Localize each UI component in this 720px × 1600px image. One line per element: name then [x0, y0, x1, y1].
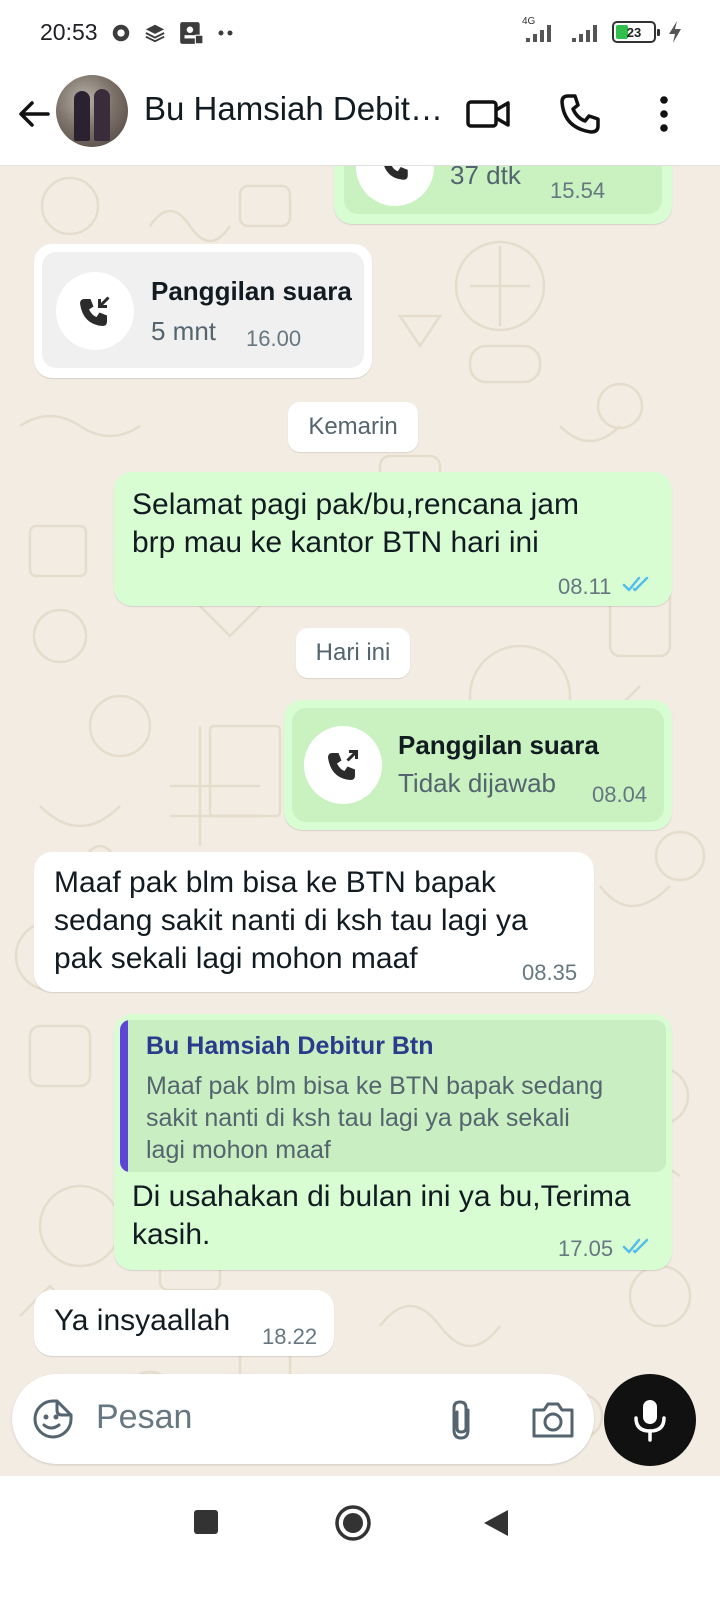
date-separator: Hari ini [296, 628, 410, 678]
quote-author: Bu Hamsiah Debitur Btn [146, 1032, 434, 1060]
message-input-placeholder[interactable]: Pesan [96, 1398, 192, 1437]
message-time: 08.11 [558, 574, 612, 599]
status-bar: 20:53 4G 23 [0, 0, 720, 70]
back-arrow-icon[interactable] [14, 94, 54, 134]
message-time: 17.05 [558, 1236, 614, 1261]
charging-bolt-icon [669, 21, 681, 43]
message-bubble-incoming[interactable]: Ya insyaallah 18.22 [34, 1290, 334, 1356]
more-vert-icon[interactable] [640, 90, 688, 138]
message-bubble-incoming-call[interactable]: Panggilan suara 5 mnt 16.00 [34, 244, 372, 378]
mic-icon [634, 1400, 666, 1442]
quote-text: Maaf pak blm bisa ke BTN bapak sedang sa… [146, 1070, 656, 1166]
battery-icon: 23 [612, 21, 660, 43]
message-text-line: Selamat pagi pak/bu,rencana jam [132, 488, 579, 521]
call-icon-circle [56, 272, 134, 350]
call-duration: 5 mnt [151, 316, 217, 346]
message-text: Ya insyaallah [54, 1304, 231, 1337]
back-nav-icon[interactable] [482, 1508, 510, 1538]
message-time: 15.54 [550, 178, 606, 203]
message-input[interactable]: Pesan [12, 1374, 594, 1464]
camera-icon[interactable] [530, 1400, 576, 1440]
status-time: 20:53 [40, 19, 98, 45]
message-text-line: sedang sakit nanti di ksh tau lagi ya [54, 904, 528, 937]
call-duration: 37 dtk [450, 166, 521, 190]
network-type-label: 4G [522, 16, 536, 27]
outgoing-call-icon [328, 750, 358, 780]
read-receipt-icon [622, 576, 649, 592]
message-bubble-outgoing-reply[interactable]: Bu Hamsiah Debitur Btn Maaf pak blm bisa… [114, 1014, 672, 1270]
video-call-icon[interactable] [464, 90, 512, 138]
contact-name[interactable]: Bu Hamsiah Debit… [144, 90, 444, 128]
chat-bubble-icon [112, 24, 130, 42]
message-time: 08.35 [522, 960, 578, 985]
message-text-line: brp mau ke kantor BTN hari ini [132, 526, 539, 559]
message-bubble-outgoing[interactable]: Selamat pagi pak/bu,rencana jam brp mau … [114, 472, 672, 606]
incoming-call-icon [80, 296, 110, 326]
more-dots-icon [218, 30, 233, 36]
voice-call-icon[interactable] [556, 90, 604, 138]
contact-card-icon [180, 22, 204, 45]
message-bubble-outgoing-call[interactable]: Panggilan suara Tidak dijawab 08.04 [284, 700, 672, 830]
layers-icon [145, 24, 165, 43]
chat-area[interactable]: 37 dtk 15.54 Panggilan suara 5 mnt 16.00… [0, 166, 720, 1506]
message-text-line: kasih. [132, 1218, 211, 1251]
battery-level: 23 [626, 24, 642, 40]
quote-bar [120, 1020, 128, 1172]
avatar[interactable] [56, 75, 128, 147]
recent-apps-icon[interactable] [192, 1508, 220, 1536]
status-notification-icons [110, 20, 236, 46]
quoted-message[interactable]: Bu Hamsiah Debitur Btn Maaf pak blm bisa… [120, 1020, 666, 1172]
home-icon[interactable] [334, 1504, 372, 1542]
call-icon-circle [304, 726, 382, 804]
quote-text-line: Maaf pak blm bisa ke BTN bapak sedang [146, 1072, 604, 1100]
call-title: Panggilan suara [151, 276, 352, 306]
message-time: 08.04 [592, 782, 648, 807]
message-time: 16.00 [246, 326, 302, 351]
call-status: Tidak dijawab [398, 768, 557, 798]
mic-button[interactable] [604, 1374, 696, 1466]
chat-header: Bu Hamsiah Debit… [0, 70, 720, 166]
attach-icon[interactable] [442, 1398, 482, 1442]
signal-icon [572, 25, 597, 42]
message-bubble-outgoing-call[interactable]: 37 dtk 15.54 [334, 166, 672, 224]
quote-text-line: lagi mohon maaf [146, 1136, 331, 1164]
sticker-icon[interactable] [32, 1398, 74, 1440]
system-navigation-bar [0, 1476, 720, 1600]
call-title: Panggilan suara [398, 730, 599, 760]
signal-4g-icon: 4G [522, 16, 558, 44]
quote-text-line: sakit nanti di ksh tau lagi ya pak sekal… [146, 1104, 570, 1132]
outgoing-call-icon [384, 166, 408, 180]
read-receipt-icon [622, 1238, 649, 1254]
message-bubble-incoming[interactable]: Maaf pak blm bisa ke BTN bapak sedang sa… [34, 852, 594, 992]
message-time: 18.22 [262, 1324, 318, 1349]
message-text-line: Di usahakan di bulan ini ya bu,Terima [132, 1180, 631, 1213]
message-text-line: Maaf pak blm bisa ke BTN bapak [54, 866, 496, 899]
status-system-icons: 4G 23 [522, 16, 682, 44]
message-text-line: pak sekali lagi mohon maaf [54, 942, 418, 975]
date-separator: Kemarin [288, 402, 418, 452]
